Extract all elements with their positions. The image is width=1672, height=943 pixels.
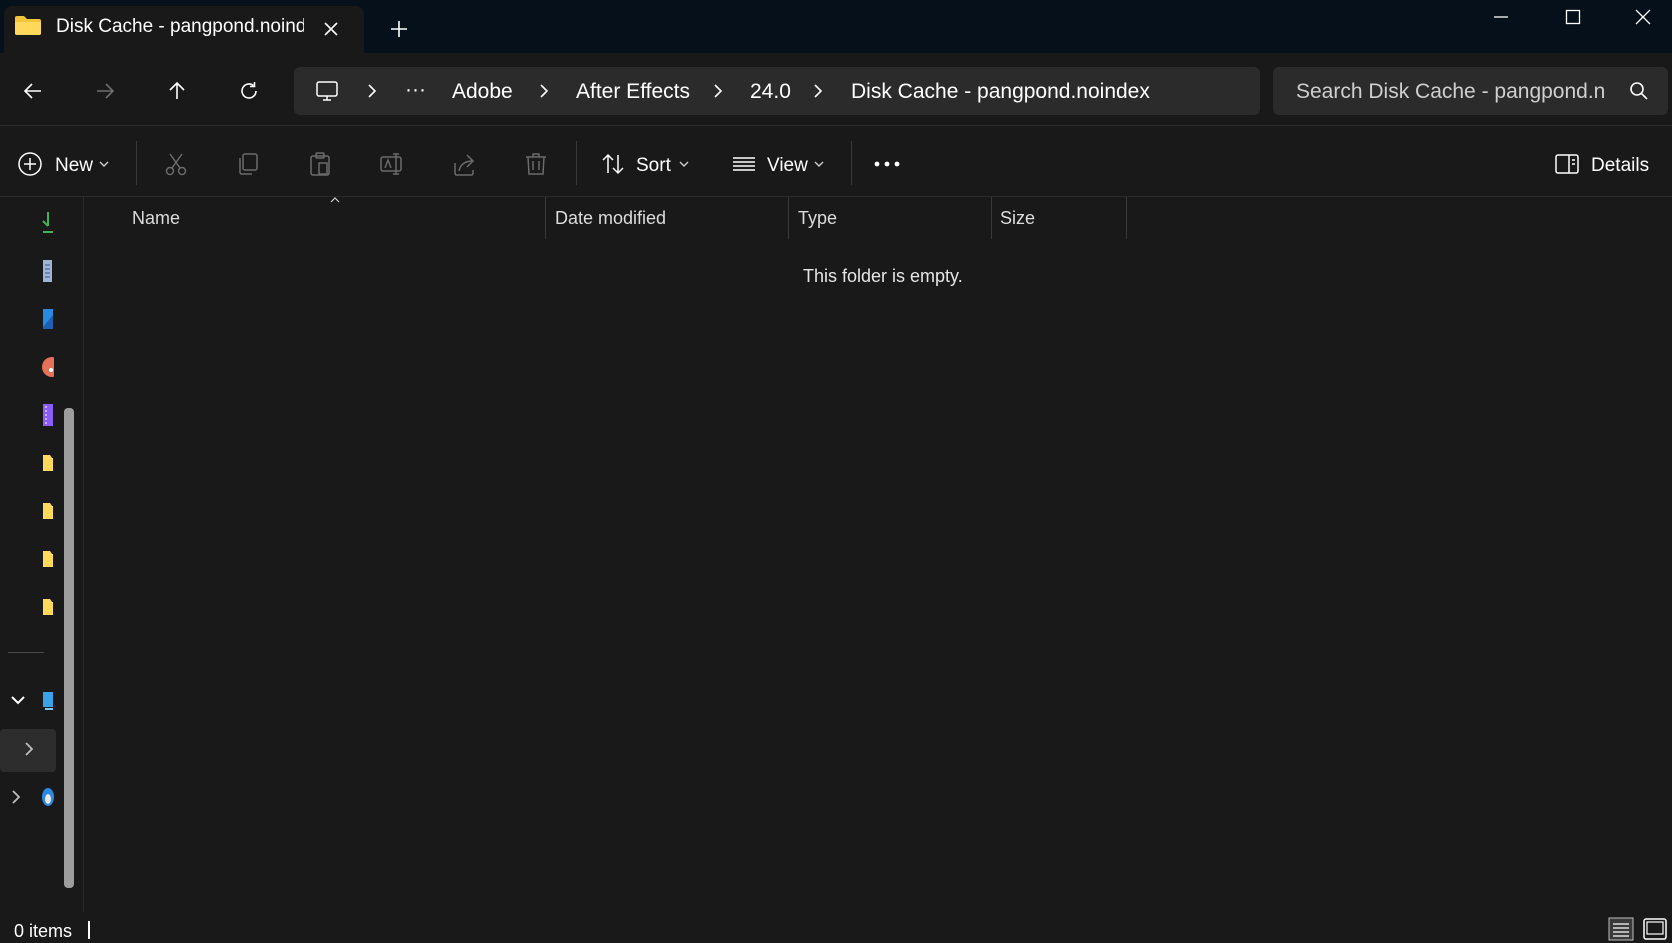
minimize-icon[interactable]: [1466, 0, 1536, 34]
column-header-name[interactable]: Name: [132, 208, 180, 229]
details-pane-icon[interactable]: [1553, 150, 1581, 178]
chevron-right-icon[interactable]: [708, 78, 728, 104]
close-tab-icon[interactable]: [318, 16, 344, 42]
close-window-icon[interactable]: [1608, 0, 1672, 34]
status-bar: [0, 912, 1672, 943]
refresh-icon[interactable]: [232, 74, 266, 108]
cut-icon[interactable]: [162, 150, 190, 178]
chevron-right-icon[interactable]: [362, 78, 382, 104]
folder-icon[interactable]: [40, 499, 54, 521]
empty-folder-message: This folder is empty.: [803, 266, 963, 286]
share-icon[interactable]: [450, 150, 478, 178]
details-view-icon[interactable]: [1608, 917, 1634, 941]
sort-button[interactable]: Sort: [636, 155, 671, 177]
pictures-icon[interactable]: [40, 307, 54, 329]
divider: [576, 141, 577, 185]
status-divider: [88, 921, 90, 939]
folder-icon[interactable]: [40, 595, 54, 617]
column-divider[interactable]: [991, 197, 992, 239]
large-icons-view-icon[interactable]: [1642, 917, 1668, 941]
documents-icon[interactable]: [40, 259, 54, 282]
this-pc-icon[interactable]: [314, 78, 340, 104]
sort-icon[interactable]: [599, 150, 627, 178]
item-count: 0 items: [14, 921, 73, 941]
breadcrumb-current[interactable]: Disk Cache - pangpond.noindex: [851, 80, 1150, 104]
breadcrumb-adobe[interactable]: Adobe: [452, 80, 513, 104]
maximize-icon[interactable]: [1538, 0, 1608, 34]
column-header-type[interactable]: Type: [798, 208, 837, 229]
chevron-right-icon[interactable]: [10, 789, 22, 805]
chevron-down-icon[interactable]: [98, 160, 110, 168]
linux-icon[interactable]: [40, 785, 54, 807]
videos-icon[interactable]: [40, 403, 54, 426]
search-input[interactable]: Search Disk Cache - pangpond.noindex: [1296, 80, 1604, 104]
navigation-scrollbar[interactable]: [64, 408, 74, 888]
paste-icon[interactable]: [306, 150, 334, 178]
divider: [136, 141, 137, 185]
new-tab-icon[interactable]: [386, 16, 412, 42]
copy-icon[interactable]: [234, 150, 262, 178]
more-options-icon[interactable]: [873, 150, 901, 178]
view-button[interactable]: View: [767, 155, 808, 177]
breadcrumb-version[interactable]: 24.0: [750, 80, 791, 104]
chevron-right-icon[interactable]: [23, 741, 35, 757]
folder-icon[interactable]: [40, 451, 54, 473]
chevron-right-icon[interactable]: [534, 78, 554, 104]
folder-icon: [14, 14, 42, 36]
folder-icon[interactable]: [40, 547, 54, 569]
search-icon[interactable]: [1628, 80, 1650, 102]
up-arrow-icon[interactable]: [160, 74, 194, 108]
downloads-icon[interactable]: [40, 210, 54, 233]
add-circle-icon[interactable]: [16, 150, 44, 178]
chevron-down-icon[interactable]: [10, 694, 26, 706]
chevron-down-icon[interactable]: [678, 160, 690, 168]
rename-icon[interactable]: [378, 150, 406, 178]
breadcrumb-after-effects[interactable]: After Effects: [576, 80, 690, 104]
forward-arrow-icon[interactable]: [88, 74, 122, 108]
new-button[interactable]: New: [55, 155, 93, 177]
sort-ascending-icon: [329, 196, 341, 204]
chevron-down-icon[interactable]: [813, 160, 825, 168]
column-divider[interactable]: [1126, 197, 1127, 239]
nav-divider: [8, 652, 44, 653]
music-icon[interactable]: [40, 355, 54, 377]
column-header-date-modified[interactable]: Date modified: [555, 208, 666, 229]
view-list-icon[interactable]: [730, 150, 758, 178]
column-divider[interactable]: [788, 197, 789, 239]
tab-title: Disk Cache - pangpond.noindex: [56, 16, 304, 37]
chevron-right-icon[interactable]: [808, 78, 828, 104]
column-header-size[interactable]: Size: [1000, 208, 1035, 229]
column-divider[interactable]: [545, 197, 546, 239]
delete-icon[interactable]: [522, 150, 550, 178]
breadcrumb-overflow[interactable]: ···: [405, 78, 426, 102]
back-arrow-icon[interactable]: [16, 74, 50, 108]
this-pc-icon[interactable]: [40, 689, 54, 711]
divider: [851, 141, 852, 185]
details-button[interactable]: Details: [1591, 155, 1649, 177]
